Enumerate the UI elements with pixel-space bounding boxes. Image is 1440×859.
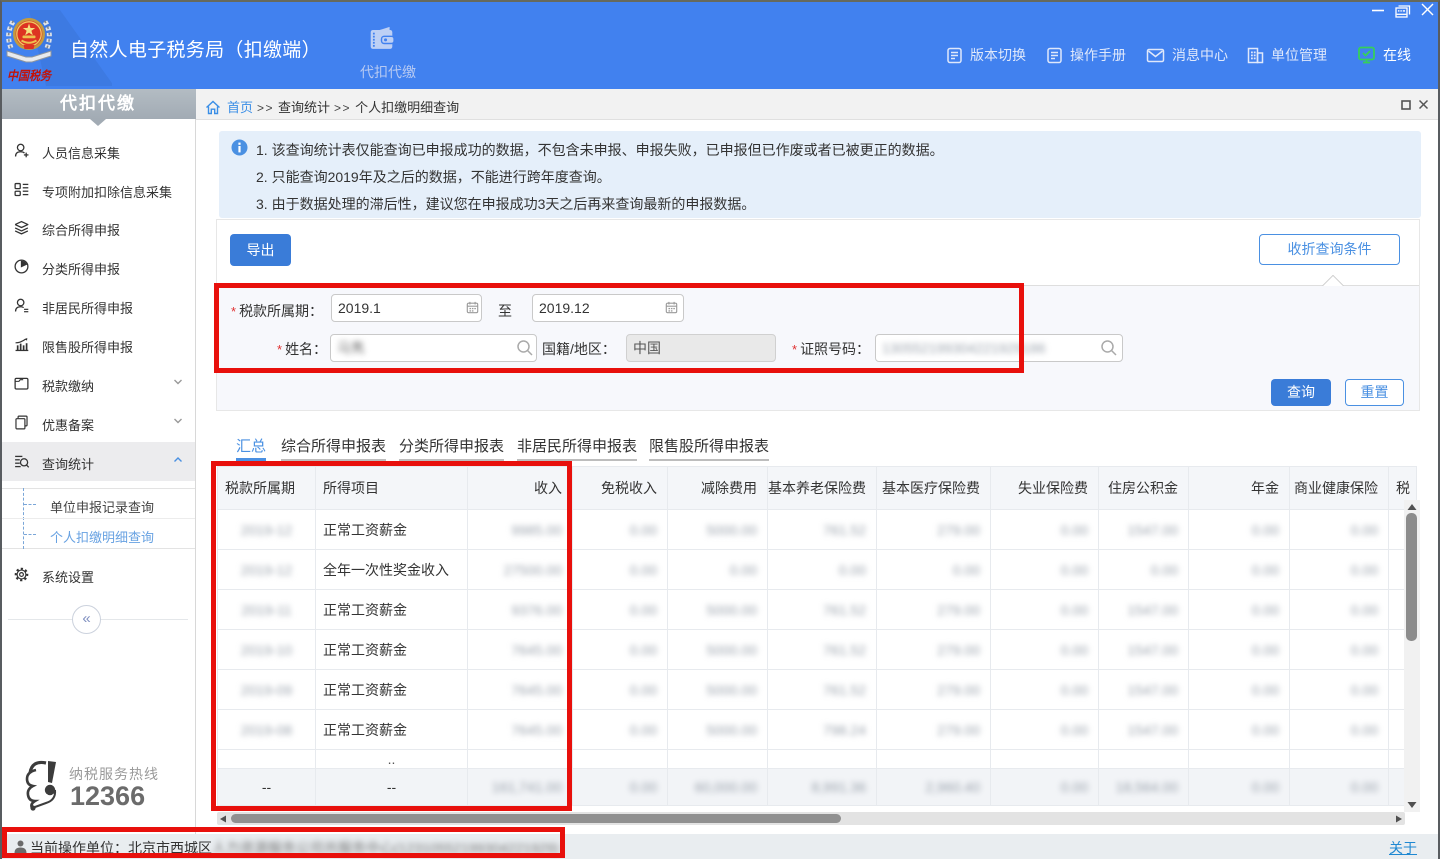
svg-text:中国税务: 中国税务 <box>7 69 53 83</box>
